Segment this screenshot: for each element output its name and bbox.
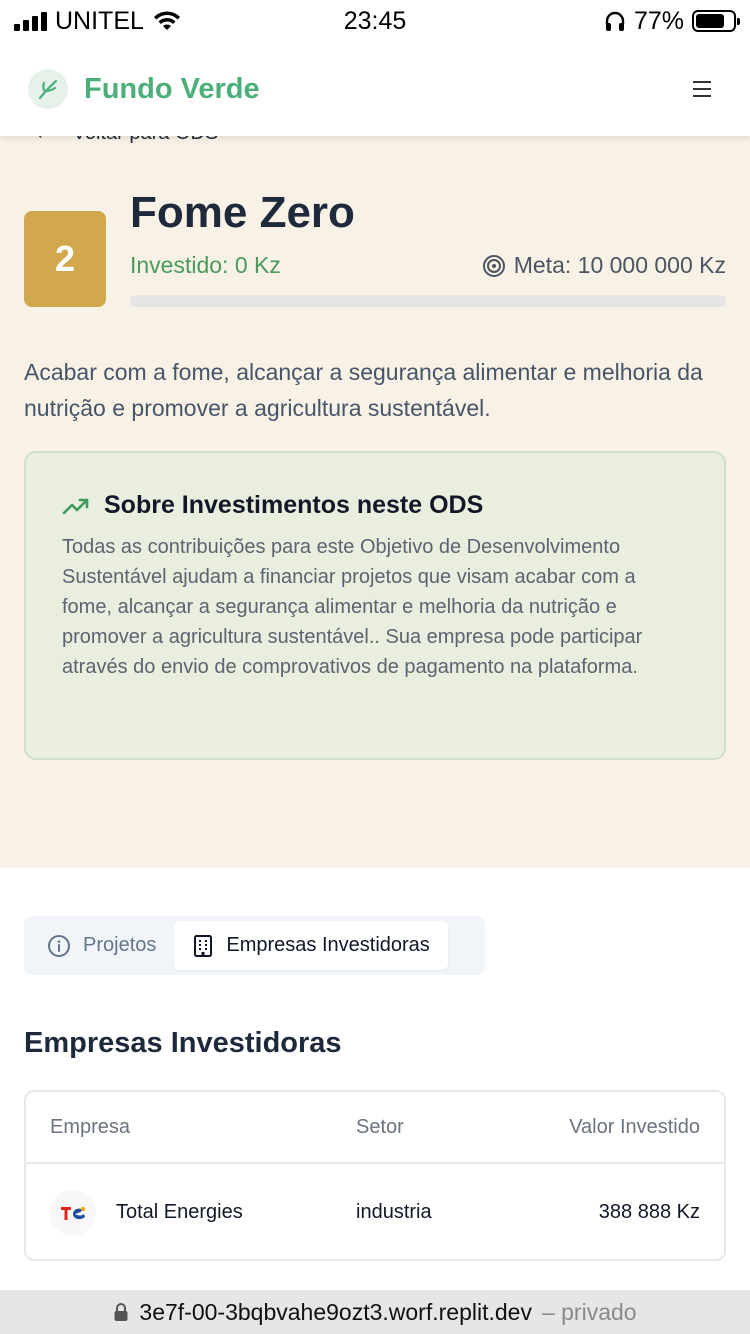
company-sector: industria <box>356 1201 432 1223</box>
building-icon <box>194 934 213 957</box>
info-icon <box>48 934 70 957</box>
menu-line <box>693 88 711 90</box>
column-header-amount: Valor Investido <box>569 1115 700 1138</box>
section-title: Empresas Investidoras <box>24 1027 342 1059</box>
tab-empresas-investidoras[interactable]: Empresas Investidoras <box>174 921 448 970</box>
company-name: Total Energies <box>116 1201 243 1223</box>
company-cell: Total Energies <box>26 1189 356 1236</box>
status-left: UNITEL <box>14 7 182 36</box>
ods-description: Acabar com a fome, alcançar a segurança … <box>24 359 703 421</box>
goal-amount: Meta: 10 000 000 Kz <box>482 252 726 279</box>
brand-name: Fundo Verde <box>84 72 260 105</box>
lock-icon <box>114 1303 128 1321</box>
tab-label: Empresas Investidoras <box>226 934 430 956</box>
menu-button[interactable] <box>682 69 722 109</box>
invested-amount: Investido: 0 Kz <box>130 252 281 278</box>
page-title: Fome Zero <box>130 188 355 237</box>
battery-icon <box>692 10 740 32</box>
totalenergies-logo-icon <box>61 1206 86 1220</box>
goal-label: Meta: 10 000 000 Kz <box>513 252 726 278</box>
headphones-icon <box>605 11 625 31</box>
investment-info-card: Sobre Investimentos neste ODS Todas as c… <box>24 451 726 760</box>
companies-table: Empresa Setor Valor Investido Total Ener… <box>24 1090 726 1261</box>
status-right: 77% <box>604 6 740 36</box>
browser-url-bar[interactable]: 3e7f-00-3bqbvahe9ozt3.worf.replit.dev – … <box>0 1290 750 1334</box>
column-header-company: Empresa <box>50 1115 131 1138</box>
investment-progress-bar <box>130 295 726 307</box>
tab-projetos[interactable]: Projetos <box>29 921 174 970</box>
app-header: Fundo Verde <box>0 42 750 136</box>
menu-line <box>693 95 711 97</box>
url-privacy-label: – privado <box>541 1298 637 1325</box>
ods-number-badge: 2 <box>24 211 106 307</box>
leaf-logo-icon <box>28 69 68 109</box>
info-card-title: Sobre Investimentos neste ODS <box>104 491 484 519</box>
status-bar: UNITEL 23:45 77% <box>0 0 750 42</box>
investment-summary: Investido: 0 Kz Meta: 10 000 000 Kz <box>130 252 726 279</box>
tab-label: Projetos <box>83 934 157 956</box>
url-text: 3e7f-00-3bqbvahe9ozt3.worf.replit.dev <box>139 1298 532 1325</box>
battery-level <box>696 14 724 28</box>
menu-line <box>693 81 711 83</box>
content-tabs: Projetos Empresas Investidoras <box>24 916 485 975</box>
info-card-body: Todas as contribuições para este Objetiv… <box>62 536 643 678</box>
battery-percent: 77% <box>633 6 684 35</box>
cell-signal-icon <box>14 11 47 31</box>
carrier-name: UNITEL <box>55 6 144 35</box>
ods-hero: ‹ Voltar para ODS 2 Fome Zero Investido:… <box>0 122 750 868</box>
table-header: Empresa Setor Valor Investido <box>26 1092 724 1164</box>
company-logo <box>50 1189 96 1236</box>
table-row[interactable]: Total Energies industria 388 888 Kz <box>26 1164 724 1259</box>
info-card-header: Sobre Investimentos neste ODS <box>62 491 688 520</box>
brand[interactable]: Fundo Verde <box>28 69 260 109</box>
column-header-sector: Setor <box>356 1115 404 1138</box>
trending-up-icon <box>62 498 89 514</box>
target-icon <box>482 254 505 277</box>
wifi-icon <box>153 11 180 30</box>
company-amount: 388 888 Kz <box>598 1201 700 1223</box>
